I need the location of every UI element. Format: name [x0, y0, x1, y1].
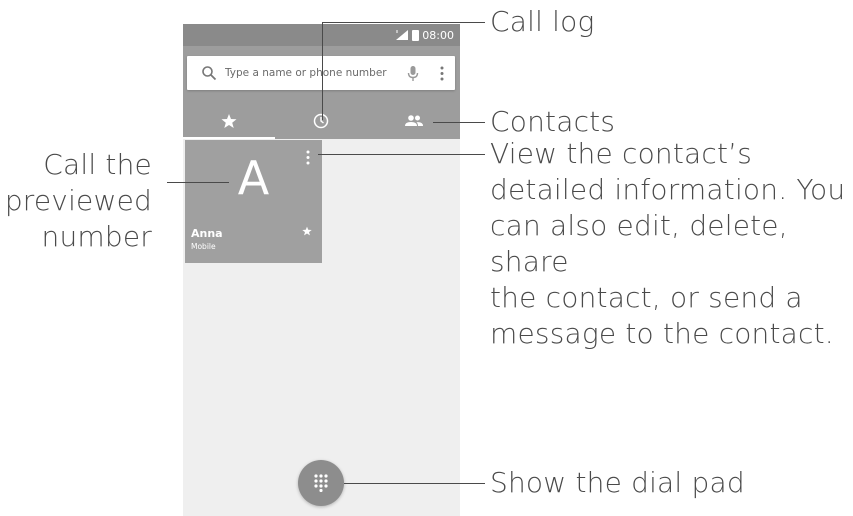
dialpad-icon	[314, 474, 328, 492]
callout-line-dialpad	[344, 483, 485, 484]
label-contacts: Contacts	[490, 105, 616, 138]
callout-line-details	[318, 154, 485, 155]
more-options-icon[interactable]	[439, 66, 445, 81]
label-view-details-line: the contact, or send a	[490, 281, 803, 314]
label-view-details-line: detailed information. You	[490, 173, 846, 206]
status-icons: 08:00	[395, 27, 454, 43]
battery-icon	[412, 29, 420, 41]
contact-initial: A	[237, 151, 270, 205]
search-icon[interactable]	[201, 65, 217, 81]
search-input[interactable]	[225, 56, 405, 90]
label-view-details-line: can also edit, delete, share	[490, 209, 788, 278]
callout-line-call	[167, 182, 229, 183]
callout-line-call-log	[322, 22, 323, 120]
search-bar[interactable]	[187, 56, 455, 90]
callout-line-contacts	[433, 122, 485, 123]
contact-number-type: Mobile	[191, 242, 216, 251]
tab-favorites[interactable]	[183, 103, 276, 139]
status-time: 08:00	[422, 28, 454, 42]
label-call-previewed-line: previewed	[4, 184, 152, 217]
label-view-details: View the contact’s detailed information.…	[490, 136, 853, 352]
label-view-details-line: View the contact’s	[490, 137, 753, 170]
people-icon	[404, 115, 423, 126]
tab-contacts[interactable]	[368, 103, 460, 139]
signal-icon	[396, 30, 409, 40]
label-call-previewed-line: Call the	[43, 148, 152, 181]
label-call-log: Call log	[490, 5, 595, 38]
star-icon	[221, 114, 237, 128]
label-call-previewed-line: number	[41, 220, 152, 253]
contact-menu-icon[interactable]	[305, 150, 311, 165]
label-dial-pad: Show the dial pad	[490, 466, 745, 499]
favorite-star-icon	[302, 226, 312, 236]
label-call-previewed: Call the previewed number	[0, 147, 152, 255]
dialpad-button[interactable]	[298, 460, 344, 506]
callout-line-call-log-h	[322, 22, 485, 23]
contact-name: Anna	[191, 227, 223, 240]
label-view-details-line: message to the contact.	[490, 317, 834, 350]
contact-card[interactable]: A Anna Mobile	[185, 140, 322, 263]
mic-icon[interactable]	[406, 65, 420, 82]
